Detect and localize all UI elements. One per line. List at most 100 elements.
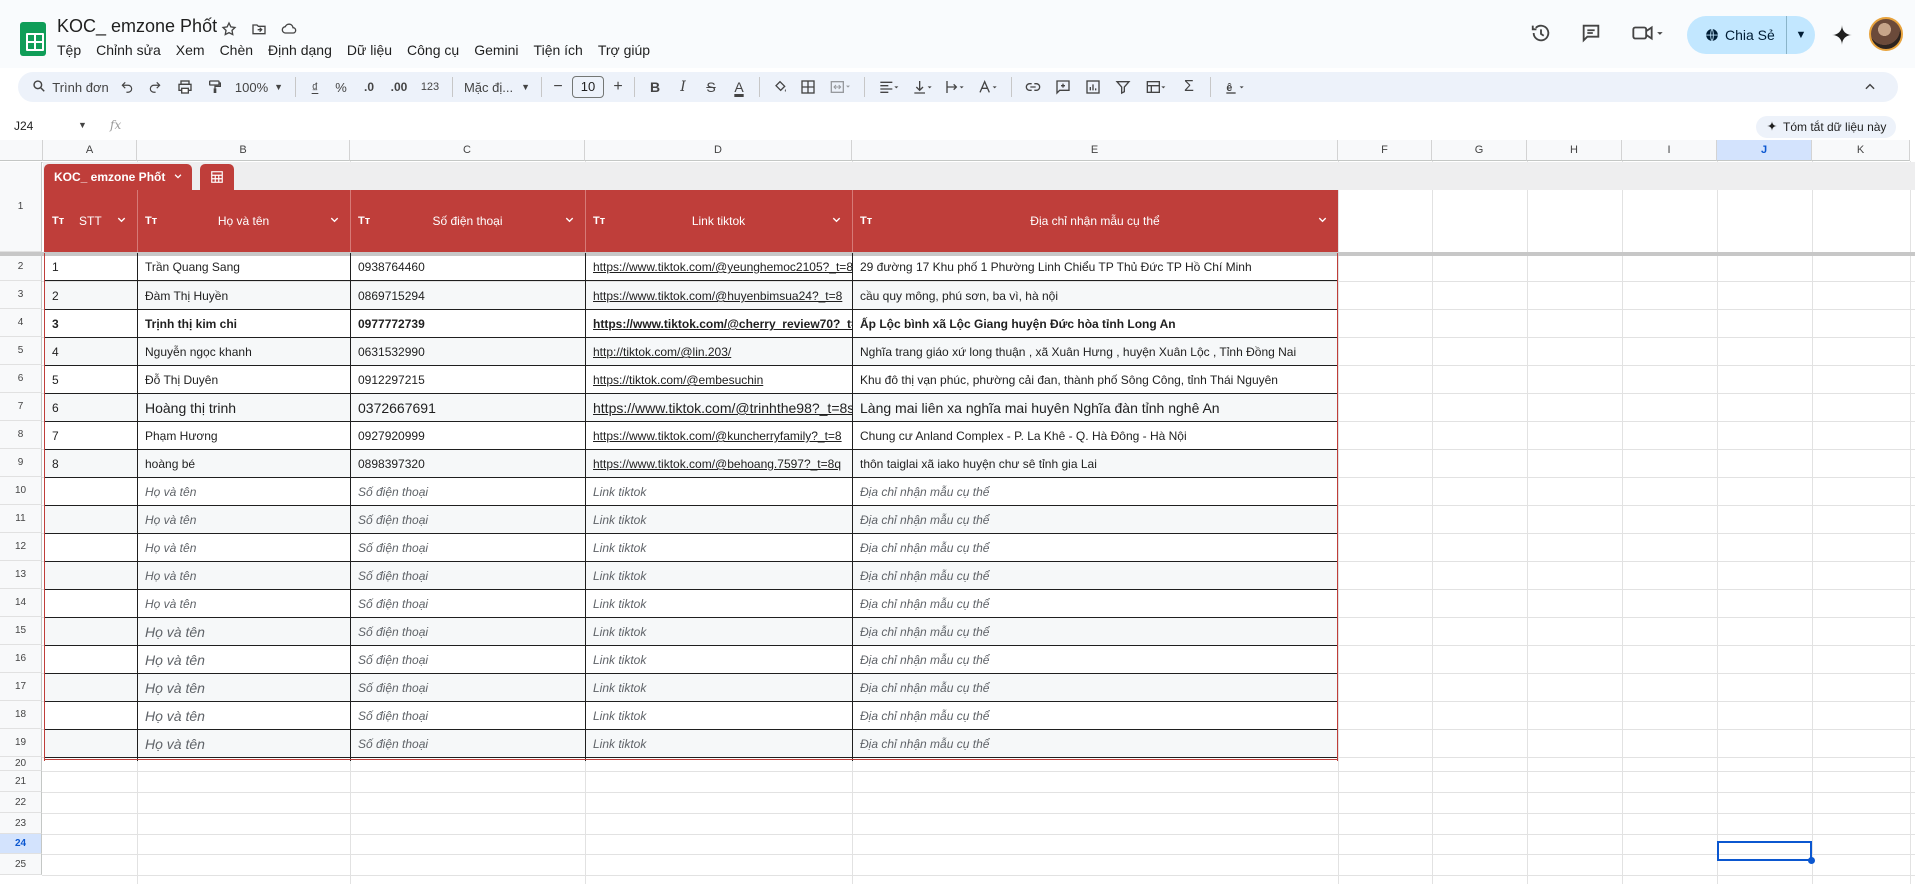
- row-header-2[interactable]: 2: [0, 252, 42, 281]
- row-header-12[interactable]: 12: [0, 533, 42, 561]
- cell-name[interactable]: Đàm Thị Huyền: [137, 282, 350, 310]
- more-formats-button[interactable]: 123: [414, 73, 446, 101]
- menu-search[interactable]: Trình đơn: [18, 73, 113, 101]
- cell-name[interactable]: Họ và tên: [137, 646, 350, 674]
- cell-phone[interactable]: 0912297215: [350, 366, 585, 394]
- cell-tiktok[interactable]: https://www.tiktok.com/@cherry_review70?…: [585, 310, 852, 338]
- menu-format[interactable]: Định dạng: [268, 42, 340, 58]
- cell-name[interactable]: Trịnh thị kim chi: [137, 310, 350, 338]
- cell-stt[interactable]: [44, 646, 137, 674]
- menu-edit[interactable]: Chỉnh sửa: [96, 42, 169, 58]
- cell-tiktok[interactable]: https://www.tiktok.com/@yeunghemoc2105?_…: [585, 253, 852, 281]
- cell-address[interactable]: Địa chỉ nhận mẫu cụ thể: [852, 702, 1338, 730]
- cell-stt[interactable]: 5: [44, 366, 137, 394]
- column-header-e[interactable]: E: [852, 140, 1338, 161]
- cell-name[interactable]: Họ và tên: [137, 618, 350, 646]
- column-header-k[interactable]: K: [1812, 140, 1910, 161]
- row-header-19[interactable]: 19: [0, 729, 42, 757]
- selected-cell[interactable]: [1717, 841, 1812, 861]
- fill-handle[interactable]: [1808, 857, 1815, 864]
- cell-phone[interactable]: Số điện thoại: [350, 590, 585, 618]
- cell-address[interactable]: 29 đường 17 Khu phố 1 Phường Linh Chiểu …: [852, 253, 1338, 281]
- italic-button[interactable]: I: [669, 73, 697, 101]
- cell-name[interactable]: Họ và tên: [137, 730, 350, 758]
- bold-button[interactable]: B: [641, 73, 669, 101]
- column-header-h[interactable]: H: [1527, 140, 1622, 161]
- cell-address[interactable]: Địa chỉ nhận mẫu cụ thể: [852, 478, 1338, 506]
- cell-name[interactable]: Họ và tên: [137, 478, 350, 506]
- cell-address[interactable]: Ấp Lộc bình xã Lộc Giang huyện Đức hòa t…: [852, 310, 1338, 338]
- cell-phone[interactable]: 0869715294: [350, 282, 585, 310]
- star-icon[interactable]: [218, 18, 240, 40]
- row-header-13[interactable]: 13: [0, 561, 42, 589]
- cloud-status-icon[interactable]: [278, 18, 300, 40]
- text-rotation-icon[interactable]: [971, 73, 1005, 101]
- print-icon[interactable]: [169, 73, 201, 101]
- cell-name[interactable]: Trần Quang Sang: [137, 253, 350, 281]
- menu-view[interactable]: Xem: [176, 42, 213, 58]
- input-tools-icon[interactable]: ê: [1217, 73, 1253, 101]
- menu-insert[interactable]: Chèn: [220, 42, 261, 58]
- row-header-15[interactable]: 15: [0, 617, 42, 645]
- version-history-icon[interactable]: [1528, 20, 1554, 46]
- cell-stt[interactable]: 3: [44, 310, 137, 338]
- cell-name[interactable]: Họ và tên: [137, 702, 350, 730]
- cell-stt[interactable]: [44, 730, 137, 758]
- cell-phone[interactable]: Số điện thoại: [350, 562, 585, 590]
- meet-video-icon[interactable]: [1628, 20, 1668, 46]
- cell-phone[interactable]: Số điện thoại: [350, 646, 585, 674]
- cell-phone[interactable]: 0631532990: [350, 338, 585, 366]
- cell-stt[interactable]: [44, 506, 137, 534]
- cell-name[interactable]: hoàng bé: [137, 450, 350, 478]
- chevron-down-icon[interactable]: [564, 214, 575, 228]
- cell-address[interactable]: Địa chỉ nhận mẫu cụ thể: [852, 674, 1338, 702]
- cell-address[interactable]: cầu quy mông, phú sơn, ba vì, hà nội: [852, 282, 1338, 310]
- text-color-button[interactable]: A: [725, 73, 753, 101]
- insert-comment-icon[interactable]: [1048, 73, 1078, 101]
- cell-name[interactable]: Họ và tên: [137, 562, 350, 590]
- currency-format-button[interactable]: ₫: [302, 73, 328, 101]
- cell-phone[interactable]: 0372667691: [350, 394, 585, 422]
- menu-help[interactable]: Trợ giúp: [598, 42, 658, 58]
- move-folder-icon[interactable]: [248, 18, 270, 40]
- name-box[interactable]: J24: [14, 119, 33, 133]
- row-header-17[interactable]: 17: [0, 673, 42, 701]
- cell-tiktok[interactable]: Link tiktok: [585, 730, 852, 758]
- strikethrough-button[interactable]: S: [697, 73, 725, 101]
- font-size-increase-button[interactable]: +: [608, 73, 628, 101]
- chevron-down-icon[interactable]: ▼: [78, 120, 87, 130]
- cell-address[interactable]: Địa chỉ nhận mẫu cụ thể: [852, 618, 1338, 646]
- borders-icon[interactable]: [794, 73, 822, 101]
- cell-tiktok[interactable]: Link tiktok: [585, 534, 852, 562]
- horizontal-align-icon[interactable]: [871, 73, 907, 101]
- cell-phone[interactable]: 0938764460: [350, 253, 585, 281]
- cell-stt[interactable]: 6: [44, 394, 137, 422]
- chevron-down-icon[interactable]: [116, 214, 127, 228]
- cell-name[interactable]: Hoàng thị trinh: [137, 394, 350, 422]
- row-header-10[interactable]: 10: [0, 477, 42, 505]
- cell-name[interactable]: Đỗ Thị Duyên: [137, 366, 350, 394]
- row-header-23[interactable]: 23: [0, 813, 42, 834]
- header-stt[interactable]: Tт STT: [44, 190, 137, 252]
- header-tiktok[interactable]: Tт Link tiktok: [585, 190, 852, 252]
- cell-address[interactable]: thôn taiglai xã iako huyện chư sê tỉnh g…: [852, 450, 1338, 478]
- cell-phone[interactable]: Số điện thoại: [350, 674, 585, 702]
- cell-name[interactable]: Họ và tên: [137, 590, 350, 618]
- menu-file[interactable]: Tệp: [57, 42, 89, 58]
- column-header-a[interactable]: A: [43, 140, 137, 161]
- cell-tiktok[interactable]: Link tiktok: [585, 646, 852, 674]
- cell-stt[interactable]: [44, 618, 137, 646]
- insert-link-icon[interactable]: [1018, 73, 1048, 101]
- cell-tiktok[interactable]: https://www.tiktok.com/@kuncherryfamily?…: [585, 422, 852, 450]
- row-header-5[interactable]: 5: [0, 337, 42, 365]
- cell-stt[interactable]: 1: [44, 253, 137, 281]
- font-size-decrease-button[interactable]: −: [548, 73, 568, 101]
- cell-tiktok[interactable]: https://www.tiktok.com/@trinhthe98?_t=8s…: [585, 394, 852, 422]
- cell-stt[interactable]: 7: [44, 422, 137, 450]
- cell-tiktok[interactable]: Link tiktok: [585, 702, 852, 730]
- cell-phone[interactable]: 0977772739: [350, 310, 585, 338]
- cell-address[interactable]: Địa chỉ nhận mẫu cụ thể: [852, 506, 1338, 534]
- cell-address[interactable]: Địa chỉ nhận mẫu cụ thể: [852, 730, 1338, 758]
- row-header-6[interactable]: 6: [0, 365, 42, 393]
- cell-stt[interactable]: 8: [44, 450, 137, 478]
